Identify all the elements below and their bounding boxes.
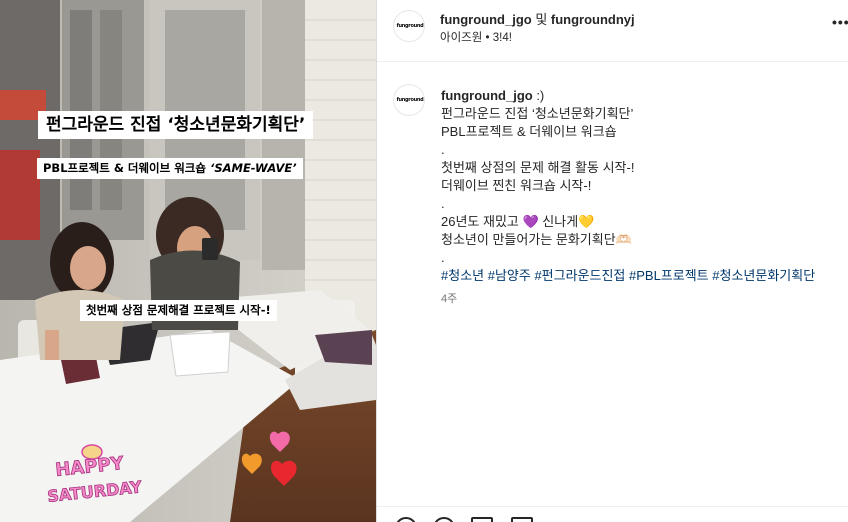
like-icon[interactable] (395, 517, 417, 522)
caption-line: 펀그라운드 진접 ‘청소년문화기획단’ (441, 106, 634, 121)
collaborator-username-link[interactable]: fungroundnyj (551, 12, 635, 27)
caption-line: . (441, 142, 445, 157)
author-avatar[interactable]: funground (393, 10, 425, 42)
save-icon[interactable] (511, 517, 533, 522)
caption-line: 더웨이브 찐친 워크숍 시작-! (441, 178, 592, 193)
collab-connector: 및 (531, 12, 551, 27)
caption-author-avatar[interactable]: funground (393, 84, 425, 116)
caption-line: 26년도 재밌고 💜 신나게💛 (441, 214, 595, 229)
happy-saturday-sticker: HAPPY SATURDAY (46, 444, 143, 506)
overlay-subtitle: PBL프로젝트 & 더웨이브 워크숍 ‘SAME-WAVE’ (37, 158, 303, 179)
caption-line: . (441, 196, 445, 211)
audio-track-label[interactable]: 아이즈원 • 3!4! (440, 29, 512, 45)
hashtag-links[interactable]: #청소년 #남양주 #펀그라운드진접 #PBL프로젝트 #청소년문화기획단 (441, 267, 848, 285)
sticker-word-2: SATURDAY (46, 477, 142, 506)
overlay-subtitle-tag: ‘SAME-WAVE’ (209, 161, 297, 175)
post-authors: funground_jgo 및 fungroundnyj (440, 9, 635, 28)
share-icon[interactable] (471, 517, 493, 522)
comment-icon[interactable] (433, 517, 455, 522)
hearts-sticker (241, 431, 297, 486)
author-username-link[interactable]: funground_jgo (440, 12, 532, 27)
sticker-word-1: HAPPY (54, 453, 125, 481)
caption-username-suffix: :) (532, 88, 545, 103)
overlay-title: 펀그라운드 진접 ‘청소년문화기획단’ (38, 111, 314, 139)
more-options-icon[interactable]: ••• (832, 14, 848, 34)
post-header: funground funground_jgo 및 fungroundnyj 아… (377, 0, 848, 62)
caption-body: funground_jgo :) 펀그라운드 진접 ‘청소년문화기획단’ PBL… (441, 87, 848, 285)
caption-line: PBL프로젝트 & 더웨이브 워크숍 (441, 124, 617, 139)
caption-line: 청소년이 만들어가는 문화기획단🫶🏻 (441, 232, 632, 247)
action-bar (377, 506, 848, 522)
avatar-logo: funground (396, 97, 424, 103)
caption-line: . (441, 250, 445, 265)
overlay-subtitle-prefix: PBL프로젝트 & 더웨이브 워크숍 (43, 161, 210, 175)
post-caption-area: funground funground_jgo :) 펀그라운드 진접 ‘청소년… (377, 62, 848, 506)
overlay-caption: 첫번째 상점 문제해결 프로젝트 시작-! (80, 300, 277, 321)
caption-username-link[interactable]: funground_jgo (441, 88, 533, 103)
post-media[interactable]: 펀그라운드 진접 ‘청소년문화기획단’ PBL프로젝트 & 더웨이브 워크숍 ‘… (0, 0, 376, 522)
avatar-logo: funground (396, 23, 424, 29)
caption-line: 첫번째 상점의 문제 해결 활동 시작-! (441, 160, 635, 175)
post-timestamp[interactable]: 4주 (441, 290, 457, 306)
